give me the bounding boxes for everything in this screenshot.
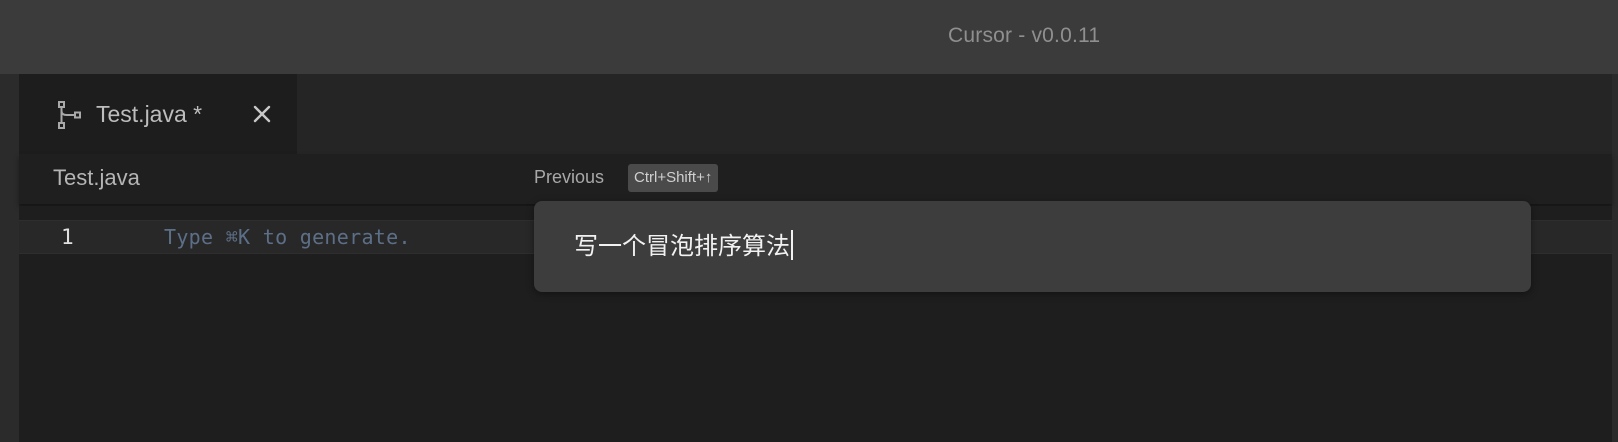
tab-label: Test.java * (96, 101, 203, 127)
activity-bar (0, 74, 19, 442)
breadcrumb[interactable]: Test.java (53, 163, 140, 193)
tab-test-java[interactable]: Test.java * (19, 74, 297, 154)
editor-placeholder: Type ⌘K to generate. (164, 225, 411, 249)
prompt-text: 写一个冒泡排序算法 (574, 232, 790, 260)
breadcrumb-bar: Test.java (19, 154, 1612, 204)
tab-strip: Test.java * (19, 74, 1612, 154)
close-icon[interactable] (250, 102, 274, 126)
previous-shortcut-badge: Ctrl+Shift+↑ (628, 164, 719, 192)
line-number: 1 (61, 225, 74, 249)
previous-prompt-label[interactable]: Previous (534, 164, 604, 190)
prompt-input[interactable]: 写一个冒泡排序算法 (574, 229, 793, 263)
text-caret (791, 230, 793, 260)
scrollbar-track[interactable] (1612, 74, 1618, 442)
source-control-icon (58, 101, 81, 129)
window-title: Cursor - v0.0.11 (948, 24, 1101, 47)
title-bar: Cursor - v0.0.11 (0, 0, 1618, 74)
generate-prompt-box[interactable]: 写一个冒泡排序算法 (534, 201, 1531, 292)
